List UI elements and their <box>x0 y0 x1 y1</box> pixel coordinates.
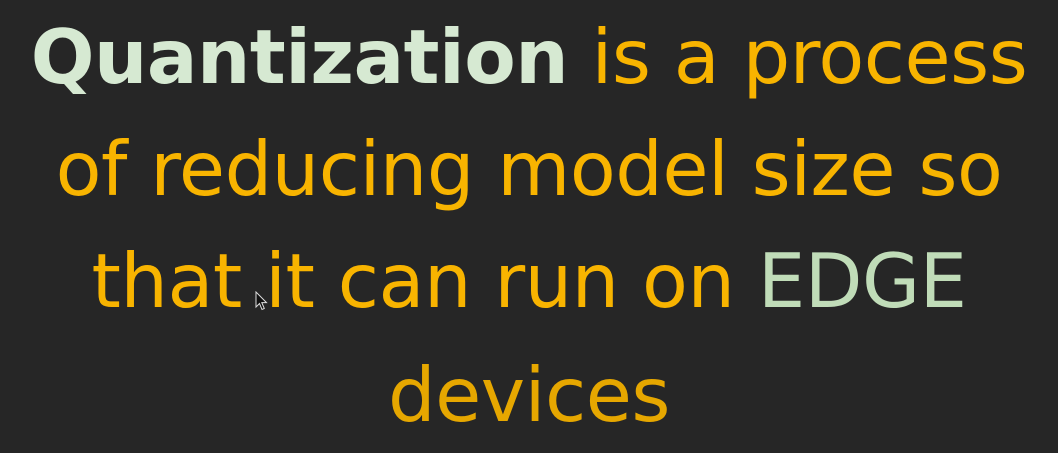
line-4-text: devices <box>388 351 670 439</box>
highlight-word-quantization: Quantization <box>30 13 569 101</box>
line-1-text: is a process <box>568 13 1028 101</box>
line-2-text: of reducing model size so <box>55 125 1003 213</box>
slide: Quantization is a process of reducing mo… <box>0 0 1058 453</box>
line-3-text: that it can run on <box>91 237 758 325</box>
mouse-pointer-icon <box>255 291 268 311</box>
slide-line-1: Quantization is a process <box>0 12 1058 102</box>
slide-line-2: of reducing model size so <box>0 124 1058 214</box>
highlight-word-edge: EDGE <box>757 237 967 325</box>
slide-line-4: devices <box>0 350 1058 440</box>
slide-line-3: that it can run on EDGE <box>0 236 1058 326</box>
